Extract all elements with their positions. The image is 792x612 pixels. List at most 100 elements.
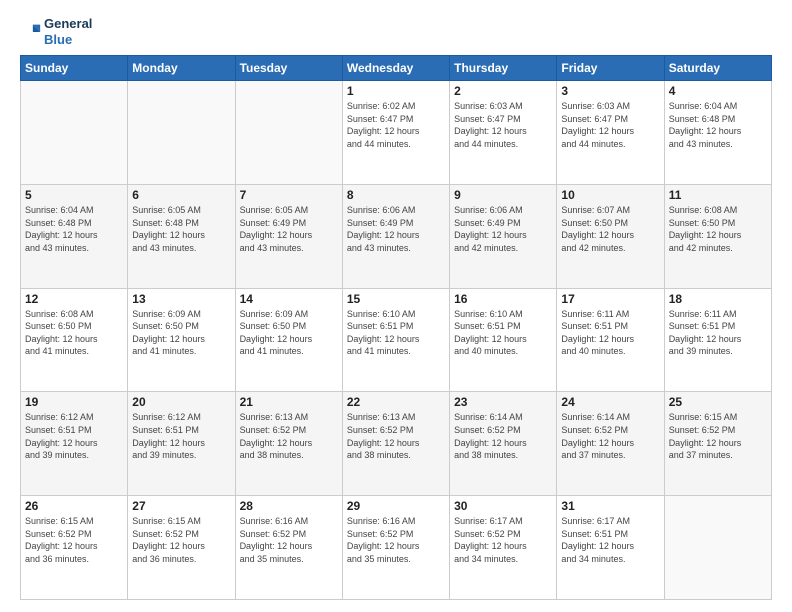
day-info: Sunrise: 6:08 AM Sunset: 6:50 PM Dayligh… (669, 204, 767, 254)
day-number: 26 (25, 499, 123, 513)
day-info: Sunrise: 6:09 AM Sunset: 6:50 PM Dayligh… (132, 308, 230, 358)
day-info: Sunrise: 6:11 AM Sunset: 6:51 PM Dayligh… (561, 308, 659, 358)
day-number: 11 (669, 188, 767, 202)
day-number: 22 (347, 395, 445, 409)
calendar-week-3: 12Sunrise: 6:08 AM Sunset: 6:50 PM Dayli… (21, 288, 772, 392)
calendar-cell: 12Sunrise: 6:08 AM Sunset: 6:50 PM Dayli… (21, 288, 128, 392)
weekday-header-friday: Friday (557, 56, 664, 81)
day-number: 10 (561, 188, 659, 202)
day-number: 16 (454, 292, 552, 306)
day-number: 27 (132, 499, 230, 513)
weekday-header-saturday: Saturday (664, 56, 771, 81)
calendar-cell: 5 Sunrise: 6:04 AM Sunset: 6:48 PM Daylig… (21, 184, 128, 288)
calendar-cell: 4Sunrise: 6:04 AM Sunset: 6:48 PM Daylig… (664, 81, 771, 185)
calendar-week-4: 19 Sunrise: 6:12 AM Sunset: 6:51 PM Dayli… (21, 392, 772, 496)
calendar-cell: 17 Sunrise: 6:11 AM Sunset: 6:51 PM Dayli… (557, 288, 664, 392)
logo-text-line2: Blue (44, 32, 92, 48)
calendar-cell (664, 496, 771, 600)
calendar-page: General Blue SundayMondayTuesdayWednesda… (0, 0, 792, 612)
day-number: 8 (347, 188, 445, 202)
day-info: Sunrise: 6:15 AM Sunset: 6:52 PM Dayligh… (25, 515, 123, 565)
calendar-cell: 29Sunrise: 6:16 AM Sunset: 6:52 PM Dayli… (342, 496, 449, 600)
day-info: Sunrise: 6:12 AM Sunset: 6:51 PM Dayligh… (25, 411, 123, 461)
day-number: 20 (132, 395, 230, 409)
calendar-cell: 9 Sunrise: 6:06 AM Sunset: 6:49 PM Daylig… (450, 184, 557, 288)
day-number: 5 (25, 188, 123, 202)
calendar-cell: 20Sunrise: 6:12 AM Sunset: 6:51 PM Dayli… (128, 392, 235, 496)
calendar-cell: 16 Sunrise: 6:10 AM Sunset: 6:51 PM Dayli… (450, 288, 557, 392)
calendar-cell: 18Sunrise: 6:11 AM Sunset: 6:51 PM Dayli… (664, 288, 771, 392)
calendar-week-5: 26 Sunrise: 6:15 AM Sunset: 6:52 PM Dayli… (21, 496, 772, 600)
day-info: Sunrise: 6:08 AM Sunset: 6:50 PM Dayligh… (25, 308, 123, 358)
day-info: Sunrise: 6:11 AM Sunset: 6:51 PM Dayligh… (669, 308, 767, 358)
calendar-cell: 14 Sunrise: 6:09 AM Sunset: 6:50 PM Dayli… (235, 288, 342, 392)
day-info: Sunrise: 6:06 AM Sunset: 6:49 PM Dayligh… (454, 204, 552, 254)
calendar-cell: 3Sunrise: 6:03 AM Sunset: 6:47 PM Daylig… (557, 81, 664, 185)
day-info: Sunrise: 6:13 AM Sunset: 6:52 PM Dayligh… (240, 411, 338, 461)
day-info: Sunrise: 6:07 AM Sunset: 6:50 PM Dayligh… (561, 204, 659, 254)
calendar-cell (21, 81, 128, 185)
calendar-cell: 28 Sunrise: 6:16 AM Sunset: 6:52 PM Dayli… (235, 496, 342, 600)
day-info: Sunrise: 6:10 AM Sunset: 6:51 PM Dayligh… (347, 308, 445, 358)
calendar-cell: 22 Sunrise: 6:13 AM Sunset: 6:52 PM Dayli… (342, 392, 449, 496)
day-info: Sunrise: 6:15 AM Sunset: 6:52 PM Dayligh… (669, 411, 767, 461)
weekday-header-sunday: Sunday (21, 56, 128, 81)
calendar-cell: 11 Sunrise: 6:08 AM Sunset: 6:50 PM Dayli… (664, 184, 771, 288)
calendar-cell: 30 Sunrise: 6:17 AM Sunset: 6:52 PM Dayli… (450, 496, 557, 600)
weekday-header-row: SundayMondayTuesdayWednesdayThursdayFrid… (21, 56, 772, 81)
day-info: Sunrise: 6:10 AM Sunset: 6:51 PM Dayligh… (454, 308, 552, 358)
day-number: 25 (669, 395, 767, 409)
day-info: Sunrise: 6:16 AM Sunset: 6:52 PM Dayligh… (240, 515, 338, 565)
logo: General Blue (20, 16, 92, 47)
day-number: 31 (561, 499, 659, 513)
calendar-cell: 8 Sunrise: 6:06 AM Sunset: 6:49 PM Daylig… (342, 184, 449, 288)
calendar-cell: 23 Sunrise: 6:14 AM Sunset: 6:52 PM Dayli… (450, 392, 557, 496)
calendar-cell: 25 Sunrise: 6:15 AM Sunset: 6:52 PM Dayli… (664, 392, 771, 496)
day-number: 7 (240, 188, 338, 202)
day-number: 23 (454, 395, 552, 409)
logo-icon (20, 21, 42, 43)
day-info: Sunrise: 6:13 AM Sunset: 6:52 PM Dayligh… (347, 411, 445, 461)
day-info: Sunrise: 6:14 AM Sunset: 6:52 PM Dayligh… (454, 411, 552, 461)
day-number: 17 (561, 292, 659, 306)
calendar-cell: 27 Sunrise: 6:15 AM Sunset: 6:52 PM Dayli… (128, 496, 235, 600)
calendar-cell: 26 Sunrise: 6:15 AM Sunset: 6:52 PM Dayli… (21, 496, 128, 600)
day-number: 19 (25, 395, 123, 409)
day-info: Sunrise: 6:06 AM Sunset: 6:49 PM Dayligh… (347, 204, 445, 254)
day-number: 6 (132, 188, 230, 202)
day-number: 14 (240, 292, 338, 306)
day-number: 21 (240, 395, 338, 409)
day-number: 3 (561, 84, 659, 98)
day-info: Sunrise: 6:05 AM Sunset: 6:49 PM Dayligh… (240, 204, 338, 254)
day-number: 13 (132, 292, 230, 306)
day-info: Sunrise: 6:02 AM Sunset: 6:47 PM Dayligh… (347, 100, 445, 150)
calendar-cell: 2Sunrise: 6:03 AM Sunset: 6:47 PM Daylig… (450, 81, 557, 185)
day-number: 30 (454, 499, 552, 513)
weekday-header-wednesday: Wednesday (342, 56, 449, 81)
day-info: Sunrise: 6:04 AM Sunset: 6:48 PM Dayligh… (669, 100, 767, 150)
calendar-cell: 31 Sunrise: 6:17 AM Sunset: 6:51 PM Dayli… (557, 496, 664, 600)
calendar-week-1: 1Sunrise: 6:02 AM Sunset: 6:47 PM Daylig… (21, 81, 772, 185)
day-info: Sunrise: 6:17 AM Sunset: 6:51 PM Dayligh… (561, 515, 659, 565)
day-info: Sunrise: 6:05 AM Sunset: 6:48 PM Dayligh… (132, 204, 230, 254)
calendar-table: SundayMondayTuesdayWednesdayThursdayFrid… (20, 55, 772, 600)
day-info: Sunrise: 6:03 AM Sunset: 6:47 PM Dayligh… (454, 100, 552, 150)
calendar-cell: 24 Sunrise: 6:14 AM Sunset: 6:52 PM Dayli… (557, 392, 664, 496)
weekday-header-thursday: Thursday (450, 56, 557, 81)
day-number: 28 (240, 499, 338, 513)
calendar-cell: 19 Sunrise: 6:12 AM Sunset: 6:51 PM Dayli… (21, 392, 128, 496)
day-number: 9 (454, 188, 552, 202)
calendar-cell: 10 Sunrise: 6:07 AM Sunset: 6:50 PM Dayli… (557, 184, 664, 288)
day-number: 15 (347, 292, 445, 306)
calendar-cell: 6 Sunrise: 6:05 AM Sunset: 6:48 PM Daylig… (128, 184, 235, 288)
day-info: Sunrise: 6:14 AM Sunset: 6:52 PM Dayligh… (561, 411, 659, 461)
weekday-header-tuesday: Tuesday (235, 56, 342, 81)
calendar-cell (235, 81, 342, 185)
day-info: Sunrise: 6:15 AM Sunset: 6:52 PM Dayligh… (132, 515, 230, 565)
day-info: Sunrise: 6:04 AM Sunset: 6:48 PM Dayligh… (25, 204, 123, 254)
day-info: Sunrise: 6:09 AM Sunset: 6:50 PM Dayligh… (240, 308, 338, 358)
calendar-cell (128, 81, 235, 185)
day-number: 24 (561, 395, 659, 409)
day-info: Sunrise: 6:17 AM Sunset: 6:52 PM Dayligh… (454, 515, 552, 565)
day-number: 29 (347, 499, 445, 513)
